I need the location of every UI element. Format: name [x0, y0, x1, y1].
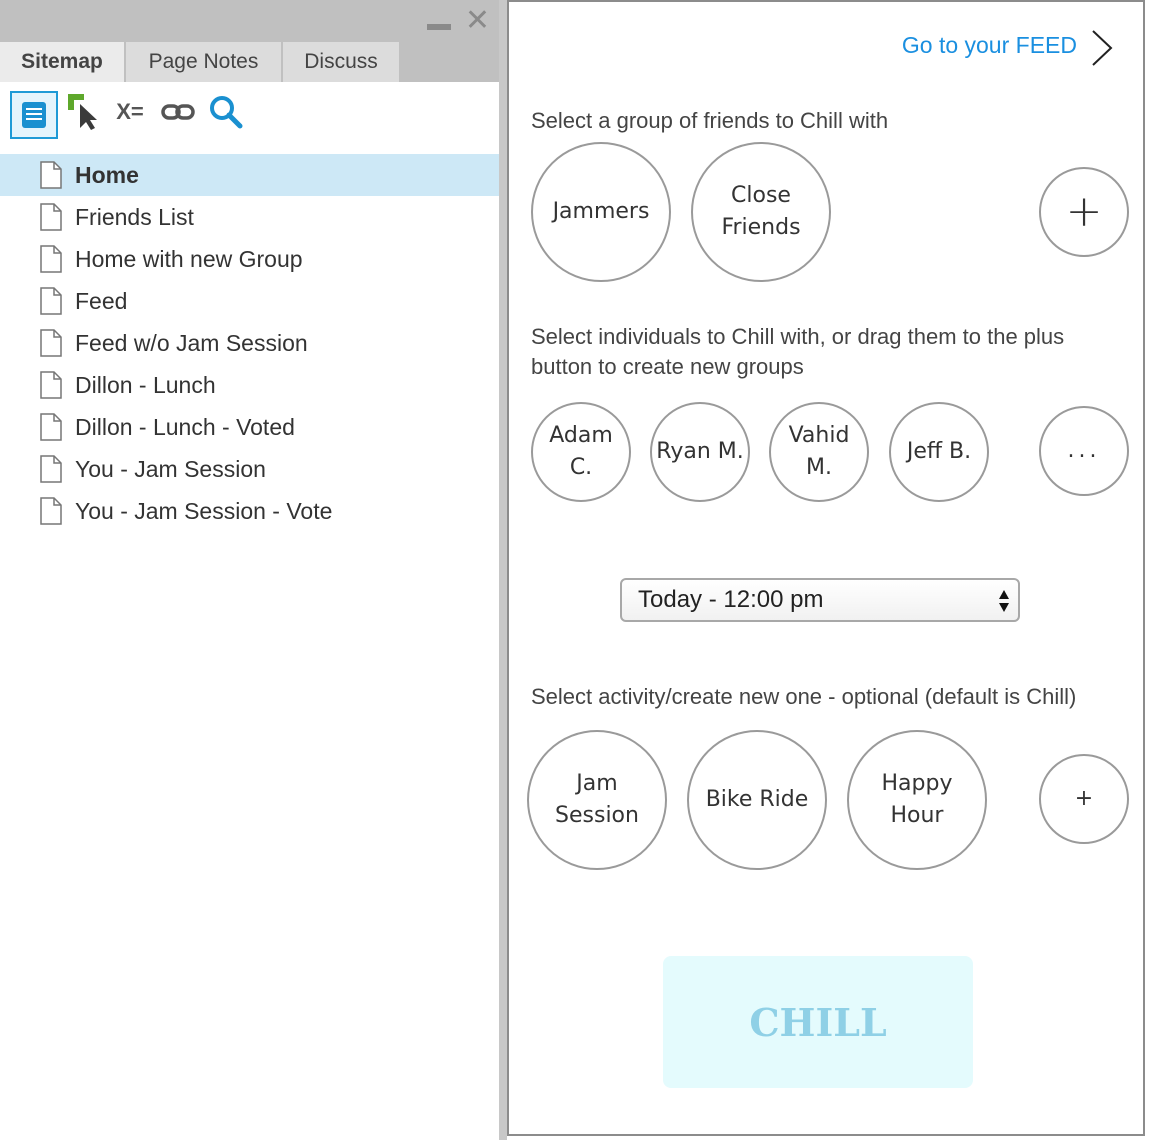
friend-name-line2: C. [569, 455, 593, 480]
group-label: Jammers [552, 199, 650, 224]
sitemap-item-label: Feed w/o Jam Session [75, 329, 308, 356]
add-group-button[interactable]: + [1039, 167, 1129, 257]
friend-name: Jeff B. [906, 439, 972, 464]
sitemap-item-home[interactable]: Home [0, 154, 500, 196]
sitemap-item-home-with-new-group[interactable]: Home with new Group [0, 238, 500, 280]
sitemap-item-friends-list[interactable]: Friends List [0, 196, 500, 238]
friend-name: Ryan M. [656, 439, 744, 464]
cursor-arrow-icon[interactable] [64, 92, 104, 132]
friend-name-line1: Adam [549, 423, 613, 448]
sitemap-item-label: Feed [75, 287, 128, 314]
minimize-icon[interactable] [426, 24, 451, 30]
link-icon[interactable] [160, 92, 196, 132]
sitemap-item-feed[interactable]: Feed [0, 280, 500, 322]
chill-button[interactable]: CHILL [663, 956, 973, 1088]
sitemap-item-you-jam-session-vote[interactable]: You - Jam Session - Vote [0, 490, 500, 532]
sitemap-item-feed-without-jam-session[interactable]: Feed w/o Jam Session [0, 322, 500, 364]
panel-header: ✕ [0, 0, 500, 42]
friend-adam-c[interactable]: Adam C. [531, 402, 631, 502]
group-label-line2: Friends [721, 215, 801, 240]
sitemap-panel: ✕ Sitemap Page Notes Discuss X= Home Fri… [0, 0, 500, 1140]
friend-vahid-m[interactable]: Vahid M. [769, 402, 869, 502]
friend-name-line2: M. [806, 455, 832, 480]
sitemap-item-label: Friends List [75, 203, 194, 230]
time-select-value: Today - 12:00 pm [638, 586, 824, 613]
page-icon [40, 161, 62, 189]
sitemap-item-dillon-lunch[interactable]: Dillon - Lunch [0, 364, 500, 406]
panel-controls: ✕ [426, 6, 490, 36]
ellipsis-icon: ... [1067, 438, 1101, 463]
individuals-section-label: Select individuals to Chill with, or dra… [531, 324, 1065, 379]
add-activity-button[interactable]: + [1039, 754, 1129, 844]
plus-icon: + [1065, 186, 1103, 237]
group-close-friends[interactable]: Close Friends [691, 142, 831, 282]
sitemap-item-label: Dillon - Lunch - Voted [75, 413, 295, 440]
page-icon [40, 497, 62, 525]
group-jammers[interactable]: Jammers [531, 142, 671, 282]
activity-label-line2: Session [555, 803, 639, 828]
sitemap-item-you-jam-session[interactable]: You - Jam Session [0, 448, 500, 490]
activity-label-line2: Hour [890, 803, 944, 828]
prototype-canvas: Go to your FEED Select a group of friend… [507, 0, 1145, 1136]
sitemap-tree: Home Friends List Home with new Group Fe… [0, 154, 500, 532]
friend-ryan-m[interactable]: Ryan M. [650, 402, 750, 502]
more-friends-button[interactable]: ... [1039, 406, 1129, 496]
activity-label-line1: Jam [576, 771, 618, 796]
pages-icon[interactable] [10, 91, 58, 139]
sitemap-item-dillon-lunch-voted[interactable]: Dillon - Lunch - Voted [0, 406, 500, 448]
friend-name-line1: Vahid [788, 423, 850, 448]
pane-splitter[interactable] [499, 0, 507, 1140]
group-label-line1: Close [731, 183, 791, 208]
plus-icon: + [1074, 786, 1094, 811]
activity-happy-hour[interactable]: Happy Hour [847, 730, 987, 870]
page-icon [40, 371, 62, 399]
sitemap-toolbar: X= [0, 82, 500, 152]
chevron-right-icon[interactable] [1087, 28, 1117, 68]
friend-jeff-b[interactable]: Jeff B. [889, 402, 989, 502]
activity-label: Bike Ride [705, 787, 809, 812]
page-icon [40, 245, 62, 273]
page-icon [40, 413, 62, 441]
tab-sitemap[interactable]: Sitemap [0, 42, 126, 82]
search-icon[interactable] [206, 92, 246, 132]
activity-jam-session[interactable]: Jam Session [527, 730, 667, 870]
select-updown-icon [999, 590, 1009, 612]
sitemap-item-label: Home [75, 161, 139, 188]
tab-discuss[interactable]: Discuss [283, 42, 401, 82]
activity-label-line1: Happy [881, 771, 953, 796]
close-icon[interactable]: ✕ [465, 6, 490, 36]
sitemap-item-label: You - Jam Session [75, 455, 266, 482]
time-select[interactable]: Today - 12:00 pm [620, 578, 1020, 622]
sitemap-item-label: Dillon - Lunch [75, 371, 216, 398]
go-to-feed-link[interactable]: Go to your FEED [902, 32, 1077, 59]
tab-page-notes[interactable]: Page Notes [126, 42, 283, 82]
page-icon [40, 203, 62, 231]
sitemap-item-label: You - Jam Session - Vote [75, 497, 333, 524]
variables-icon[interactable]: X= [112, 92, 148, 132]
page-icon [40, 287, 62, 315]
page-icon [40, 329, 62, 357]
sitemap-item-label: Home with new Group [75, 245, 303, 272]
groups-section-label: Select a group of friends to Chill with [531, 108, 889, 133]
panel-tabs: Sitemap Page Notes Discuss [0, 42, 500, 82]
activity-bike-ride[interactable]: Bike Ride [687, 730, 827, 870]
activity-section-label: Select activity/create new one - optiona… [531, 684, 1077, 709]
page-icon [40, 455, 62, 483]
